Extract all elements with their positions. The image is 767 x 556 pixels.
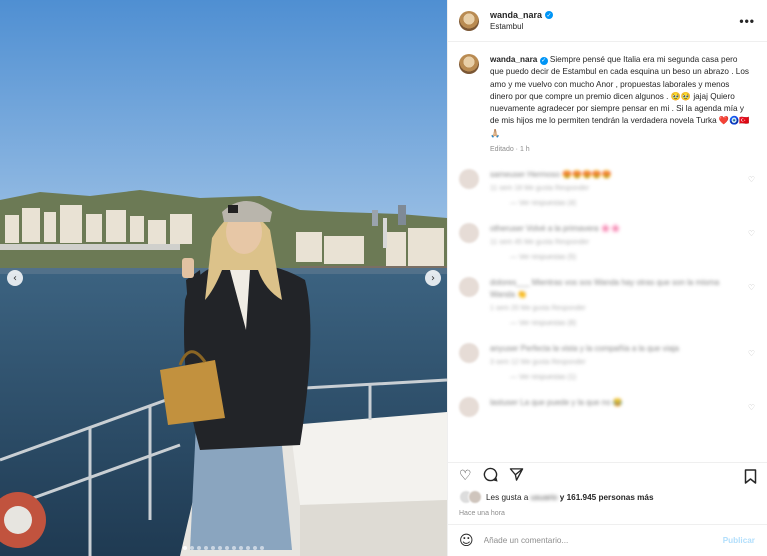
caption-text: Siempre pensé que Italia era mi segunda …	[490, 55, 750, 138]
share-send-icon[interactable]	[509, 467, 524, 485]
view-replies-link[interactable]: — Ver respuestas (8)	[490, 320, 735, 327]
liker-avatar	[468, 490, 482, 504]
carousel-dot	[183, 546, 187, 550]
comment-meta[interactable]: 3 sem 12 Me gusta Responder	[490, 359, 735, 366]
view-replies-link[interactable]: — Ver respuestas (4)	[490, 200, 735, 207]
comment-item: otheruser Volvé a la primavera 🌸🌸 11 sem …	[459, 223, 755, 261]
post-header: wanda_nara ✓ Estambul •••	[448, 0, 767, 42]
carousel-dot	[246, 546, 250, 550]
carousel-prev-button[interactable]: ‹	[7, 270, 23, 286]
comment-bubble-icon[interactable]	[483, 467, 498, 485]
carousel-dot	[225, 546, 229, 550]
avatar[interactable]	[459, 10, 479, 31]
carousel-dot	[211, 546, 215, 550]
carousel-dot	[253, 546, 257, 550]
post-photo[interactable]: ‹ ›	[0, 0, 447, 556]
carousel-dot	[218, 546, 222, 550]
caption-username[interactable]: wanda_nara	[490, 55, 537, 64]
photo-scene	[0, 0, 447, 556]
comment-text: anyuser Perfecta la vista y la compañía …	[490, 344, 679, 354]
comment-item: lastuser La que puede y la que no 😂 ♡	[459, 397, 755, 418]
comment-avatar[interactable]	[459, 169, 479, 190]
comment-input[interactable]	[483, 536, 723, 545]
comment-meta[interactable]: 11 sem 18 Me gusta Responder	[490, 185, 735, 192]
carousel-indicator	[0, 546, 447, 550]
caption: wanda_nara ✓ Siempre pensé que Italia er…	[459, 54, 755, 153]
verified-badge-icon: ✓	[545, 11, 554, 19]
carousel-dot	[239, 546, 243, 550]
comment-avatar[interactable]	[459, 223, 479, 244]
add-comment-bar: ☺ Publicar	[448, 524, 767, 556]
carousel-dot	[197, 546, 201, 550]
action-bar: ♡	[448, 462, 767, 488]
caption-avatar[interactable]	[459, 54, 479, 74]
comment-text: dolores___ Mientras vos sos Wanda hay ot…	[490, 278, 720, 300]
header-username[interactable]: wanda_nara	[490, 10, 542, 20]
comment-avatar[interactable]	[459, 397, 479, 418]
comment-item: anyuser Perfecta la vista y la compañía …	[459, 343, 755, 381]
carousel-dot	[190, 546, 194, 550]
comment-text: lastuser La que puede y la que no 😂	[490, 398, 623, 408]
comment-like-icon[interactable]: ♡	[748, 175, 755, 184]
more-options-button[interactable]: •••	[739, 14, 755, 28]
carousel-dot	[204, 546, 208, 550]
verified-badge-icon: ✓	[539, 57, 548, 66]
carousel-next-button[interactable]: ›	[425, 270, 441, 286]
likes-user[interactable]: usuario	[531, 493, 558, 502]
comment-text: otheruser Volvé a la primavera 🌸🌸	[490, 224, 621, 234]
caption-meta: Editado · 1 h	[490, 146, 530, 154]
comment-avatar[interactable]	[459, 277, 479, 298]
view-replies-link[interactable]: — Ver respuestas (5)	[490, 254, 735, 261]
post-timestamp[interactable]: Hace una hora	[448, 504, 767, 524]
likes-count[interactable]: y 161.945 personas más	[560, 493, 654, 502]
comment-like-icon[interactable]: ♡	[748, 229, 755, 238]
header-location[interactable]: Estambul	[490, 22, 553, 31]
likes-prefix: Les gusta a	[486, 492, 529, 502]
comment-text: sameuser Hermoso 😍😍😍😍😍	[490, 170, 612, 180]
comment-item: sameuser Hermoso 😍😍😍😍😍 11 sem 18 Me gusta…	[459, 169, 755, 207]
comment-meta[interactable]: 11 sem 45 Me gusta Responder	[490, 239, 735, 246]
comment-meta[interactable]: 1 sem 20 Me gusta Responder	[490, 305, 735, 312]
emoji-picker-icon[interactable]: ☺	[459, 533, 474, 549]
like-heart-icon[interactable]: ♡	[459, 469, 472, 483]
save-bookmark-icon[interactable]	[744, 469, 757, 489]
comment-like-icon[interactable]: ♡	[748, 283, 755, 292]
likes-summary: Les gusta a usuario y 161.945 personas m…	[448, 488, 767, 504]
post-side-panel: wanda_nara ✓ Estambul ••• wanda_nara ✓ S…	[447, 0, 767, 556]
comment-like-icon[interactable]: ♡	[748, 349, 755, 358]
carousel-dot	[232, 546, 236, 550]
carousel-dot	[260, 546, 264, 550]
comment-avatar[interactable]	[459, 343, 479, 364]
comment-like-icon[interactable]: ♡	[748, 403, 755, 412]
comments-section: wanda_nara ✓ Siempre pensé que Italia er…	[448, 42, 767, 462]
instagram-post: ‹ › wanda_nara ✓ Estambul ••• wanda_nara	[0, 0, 767, 556]
view-replies-link[interactable]: — Ver respuestas (1)	[490, 374, 735, 381]
comment-item: dolores___ Mientras vos sos Wanda hay ot…	[459, 277, 755, 327]
publish-button[interactable]: Publicar	[723, 536, 755, 545]
